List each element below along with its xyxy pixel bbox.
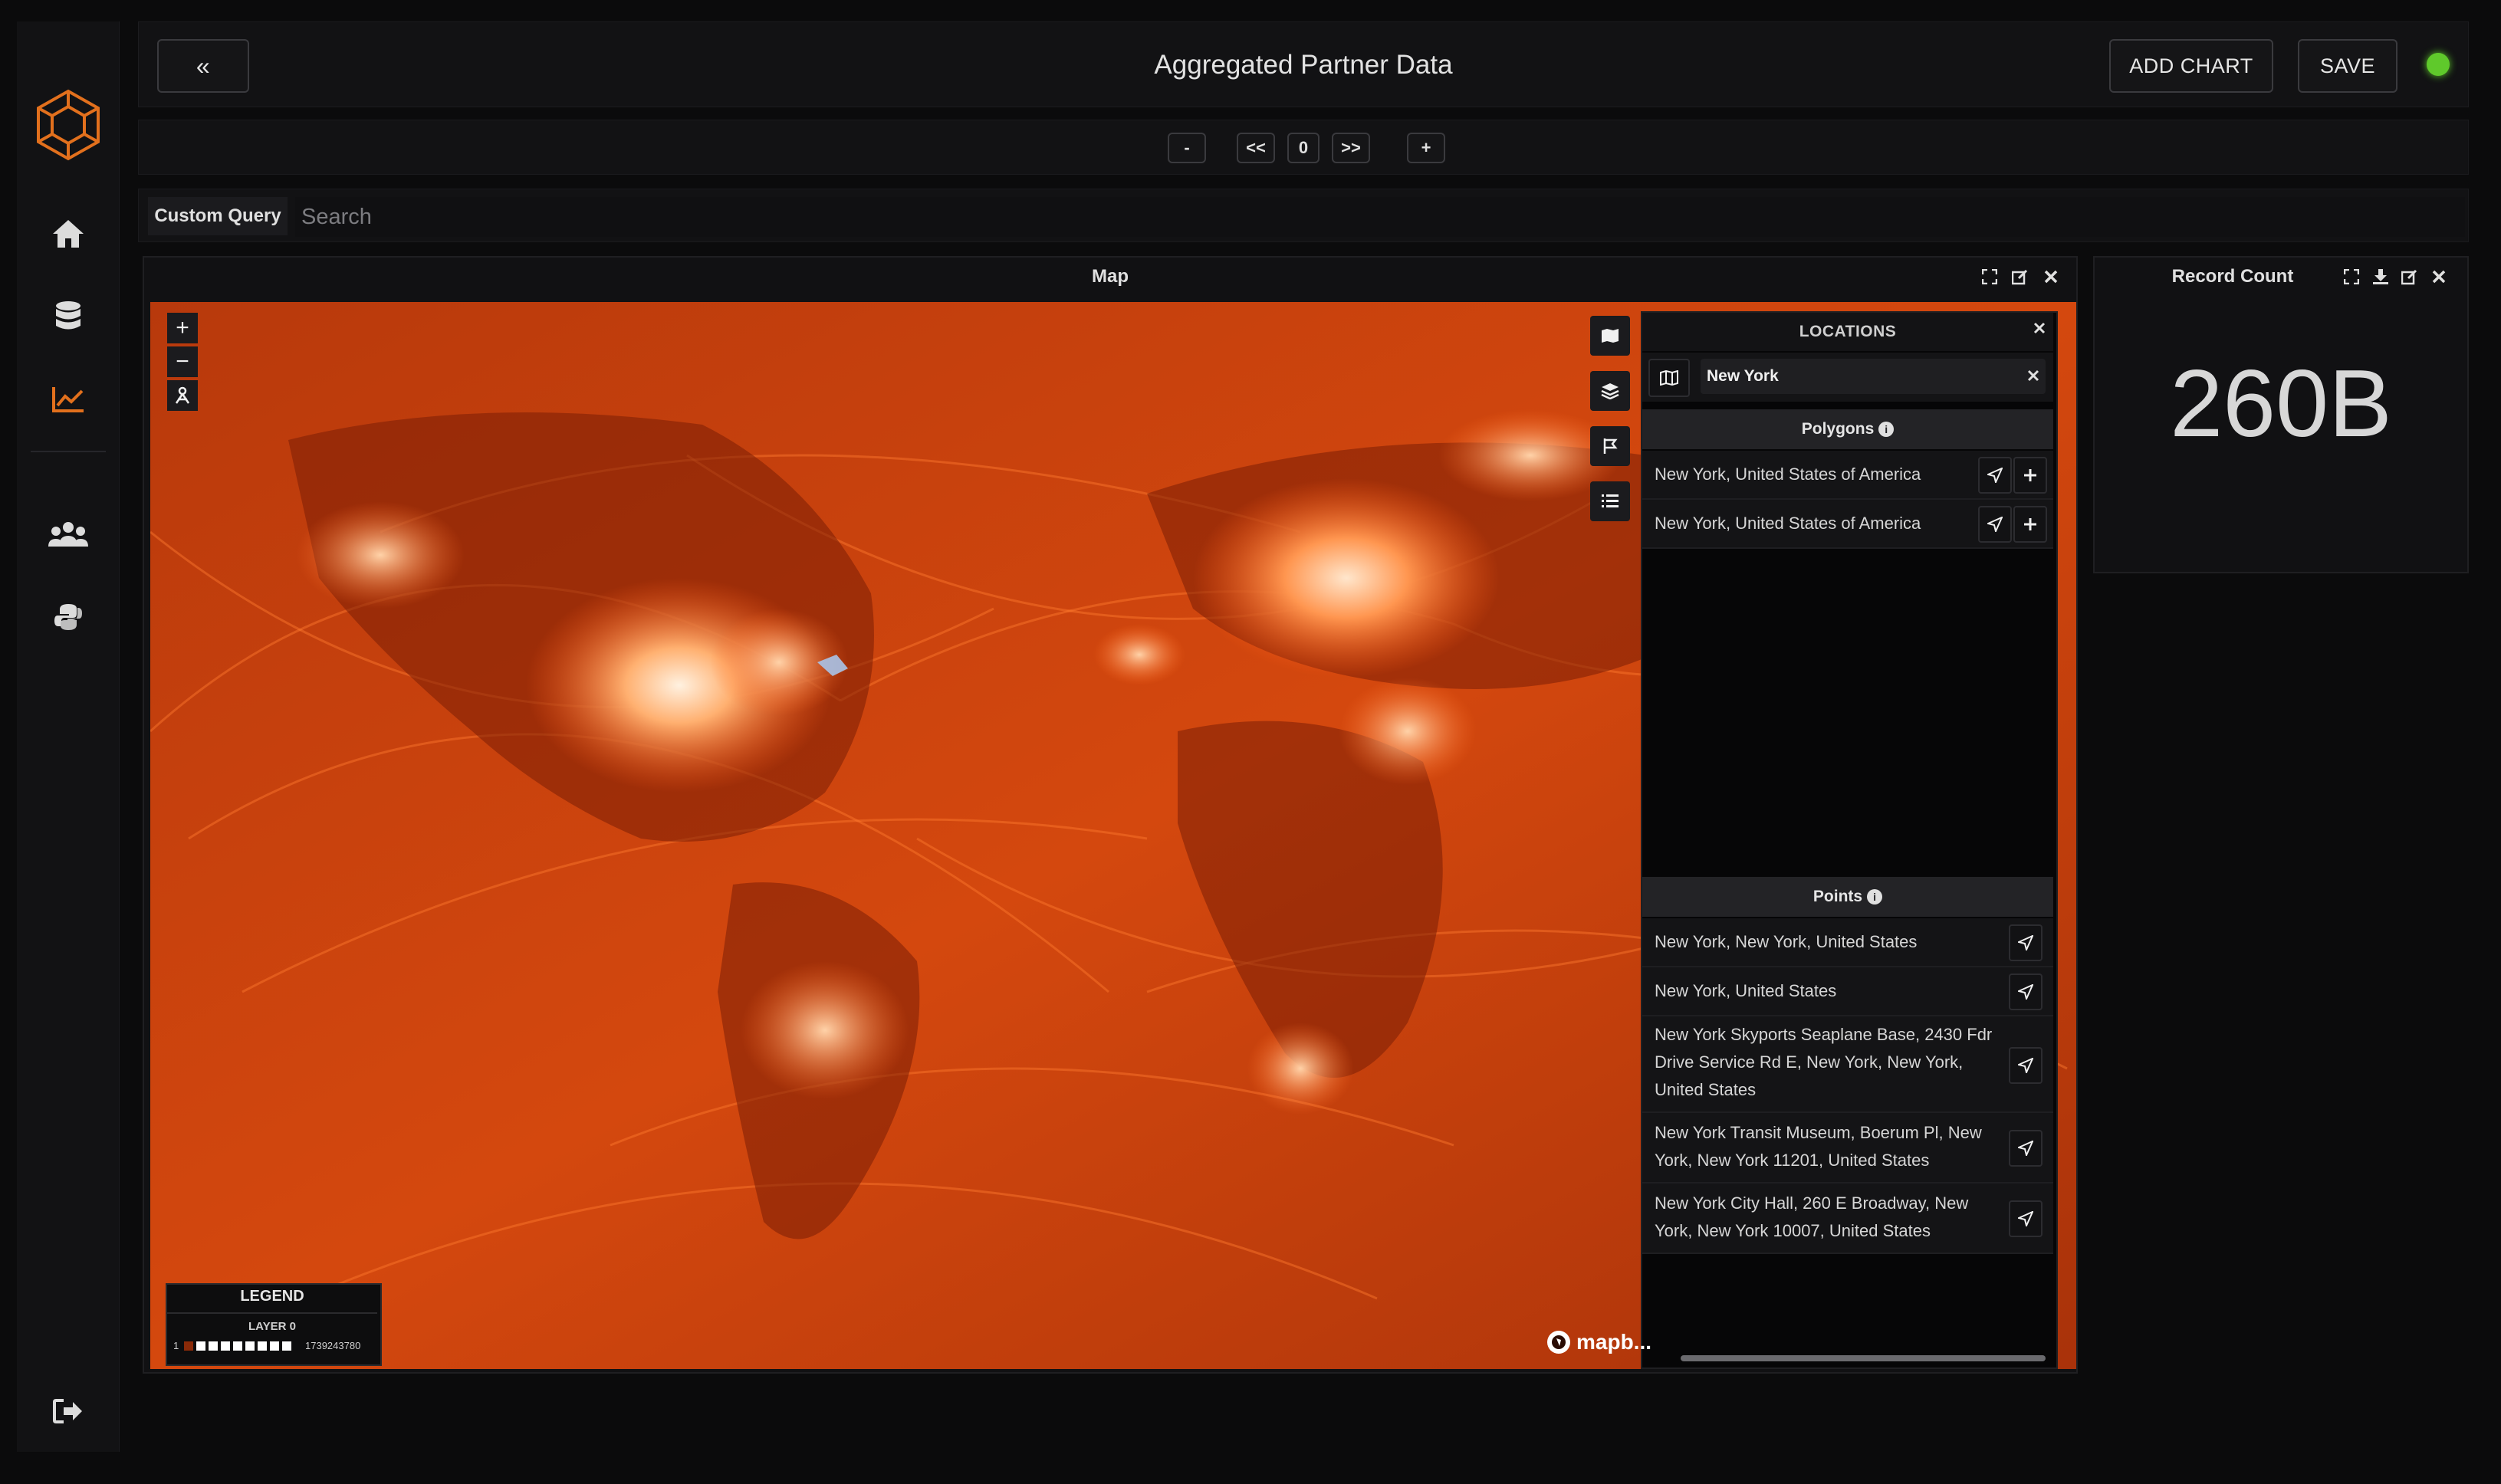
point-row[interactable]: New York City Hall, 260 E Broadway, New …	[1642, 1184, 2053, 1254]
point-row-line2: Drive Service Rd E, New York, New York,	[1655, 1052, 1964, 1072]
info-icon[interactable]: i	[1878, 422, 1895, 437]
fly-to-icon[interactable]	[2009, 1130, 2043, 1167]
query-bar: Custom Query	[138, 189, 2469, 242]
zoom-out-button[interactable]: −	[167, 346, 198, 377]
fullscreen-icon[interactable]	[1980, 265, 2000, 288]
point-row-line3: United States	[1655, 1080, 1757, 1099]
locations-title: LOCATIONS	[1642, 313, 2053, 351]
logout-icon[interactable]	[17, 1392, 120, 1430]
record-count-controls	[2342, 265, 2449, 288]
record-count-panel: Record Count 260B	[2093, 256, 2469, 573]
legend-color-ramp	[184, 1341, 291, 1351]
search-input[interactable]	[295, 197, 2465, 237]
home-icon[interactable]	[17, 215, 120, 253]
point-row[interactable]: New York Transit Museum, Boerum Pl, New …	[1642, 1113, 2053, 1184]
mapbox-attribution-text: mapb...	[1576, 1330, 1652, 1354]
fly-to-icon[interactable]	[2009, 973, 2043, 1010]
polygon-row[interactable]: New York, United States of America	[1642, 500, 2053, 549]
add-chart-button[interactable]: ADD CHART	[2109, 39, 2273, 93]
users-group-icon[interactable]	[17, 515, 120, 553]
map-panel-controls	[1980, 265, 2061, 288]
points-heading-label: Points	[1812, 888, 1863, 905]
legend-min-value: 1	[173, 1340, 179, 1351]
point-row-line1: New York City Hall, 260 E Broadway, New	[1655, 1193, 1969, 1213]
database-icon[interactable]	[17, 297, 120, 336]
pager-minus-button[interactable]: -	[1168, 133, 1206, 163]
polygons-heading-label: Polygons	[1801, 420, 1875, 438]
flag-icon[interactable]	[1590, 426, 1630, 466]
zoom-in-button[interactable]: +	[167, 313, 198, 343]
points-heading: Points i	[1642, 877, 2053, 917]
map-panel: Map + − LOCATIONS New York Polygons i Ne…	[143, 256, 2078, 1374]
fly-to-icon[interactable]	[2009, 924, 2043, 961]
pager-next-button[interactable]: >>	[1332, 133, 1370, 163]
list-icon[interactable]	[1590, 481, 1630, 521]
save-button[interactable]: SAVE	[2298, 39, 2397, 93]
polygon-row-label: New York, United States of America	[1655, 514, 1921, 533]
fullscreen-icon[interactable]	[2342, 265, 2361, 288]
record-count-value: 260B	[2170, 351, 2392, 457]
close-locations-icon[interactable]	[2033, 322, 2046, 338]
location-query-field[interactable]: New York	[1701, 359, 2046, 394]
location-query-value: New York	[1707, 367, 1779, 385]
point-row[interactable]: New York, New York, United States	[1642, 918, 2053, 967]
layers-icon[interactable]	[1590, 371, 1630, 411]
header-bar: « Aggregated Partner Data ADD CHART SAVE	[138, 21, 2469, 107]
world-map[interactable]: + − LOCATIONS New York Polygons i New Yor…	[150, 302, 2076, 1369]
map-panel-title: Map	[1092, 266, 1129, 287]
point-row-line2: York, New York 11201, United States	[1655, 1151, 1930, 1170]
point-row[interactable]: New York, United States	[1642, 967, 2053, 1016]
back-button[interactable]: «	[157, 39, 249, 93]
custom-query-button[interactable]: Custom Query	[148, 197, 288, 235]
polygons-heading: Polygons i	[1642, 409, 2053, 449]
location-search-row: New York	[1642, 353, 2053, 402]
locations-scrollbar[interactable]	[1681, 1355, 2046, 1361]
fly-to-icon[interactable]	[1978, 506, 2012, 543]
record-count-title: Record Count	[2171, 266, 2294, 287]
close-icon[interactable]	[2041, 265, 2061, 288]
fly-to-icon[interactable]	[2009, 1200, 2043, 1237]
point-row-line1: New York Transit Museum, Boerum Pl, New	[1655, 1123, 1982, 1142]
polygon-row-label: New York, United States of America	[1655, 465, 1921, 484]
edit-icon[interactable]	[2010, 265, 2030, 288]
clear-query-icon[interactable]	[2027, 369, 2039, 386]
compass-icon[interactable]	[167, 380, 198, 411]
download-icon[interactable]	[2371, 265, 2391, 288]
edit-icon[interactable]	[2400, 265, 2420, 288]
legend-layer-label: LAYER 0	[248, 1320, 296, 1333]
point-row-line2: York, New York 10007, United States	[1655, 1221, 1931, 1240]
close-icon[interactable]	[2429, 265, 2449, 288]
fly-to-icon[interactable]	[1978, 457, 2012, 494]
map-legend: LEGEND LAYER 0 1 1739243780	[166, 1283, 382, 1366]
map-outline-icon[interactable]	[1648, 359, 1690, 397]
legend-max-value: 1739243780	[305, 1340, 361, 1351]
app-logo-icon[interactable]	[17, 83, 120, 167]
pager-prev-button[interactable]: <<	[1237, 133, 1275, 163]
connection-status-indicator	[2427, 53, 2450, 76]
point-row-label: New York, New York, United States	[1655, 932, 1918, 951]
add-polygon-icon[interactable]	[2013, 457, 2047, 494]
pager-bar: - << 0 >> +	[138, 120, 2469, 175]
chart-icon[interactable]	[17, 380, 120, 419]
mapbox-logo-icon	[1547, 1331, 1570, 1354]
legend-title: LEGEND	[240, 1288, 304, 1305]
polygon-row[interactable]: New York, United States of America	[1642, 451, 2053, 500]
add-polygon-icon[interactable]	[2013, 506, 2047, 543]
info-icon[interactable]: i	[1867, 889, 1883, 905]
mapbox-attribution[interactable]: mapb...	[1546, 1329, 1651, 1355]
python-icon[interactable]	[17, 598, 120, 636]
pager-page-number: 0	[1287, 133, 1320, 163]
basemap-icon[interactable]	[1590, 316, 1630, 356]
locations-panel: LOCATIONS New York Polygons i New York, U…	[1641, 311, 2058, 1369]
pager-plus-button[interactable]: +	[1407, 133, 1445, 163]
sidebar	[17, 21, 120, 1452]
point-row-label: New York, United States	[1655, 981, 1837, 1000]
fly-to-icon[interactable]	[2009, 1047, 2043, 1084]
point-row[interactable]: New York Skyports Seaplane Base, 2430 Fd…	[1642, 1016, 2053, 1113]
point-row-line1: New York Skyports Seaplane Base, 2430 Fd…	[1655, 1025, 1993, 1044]
